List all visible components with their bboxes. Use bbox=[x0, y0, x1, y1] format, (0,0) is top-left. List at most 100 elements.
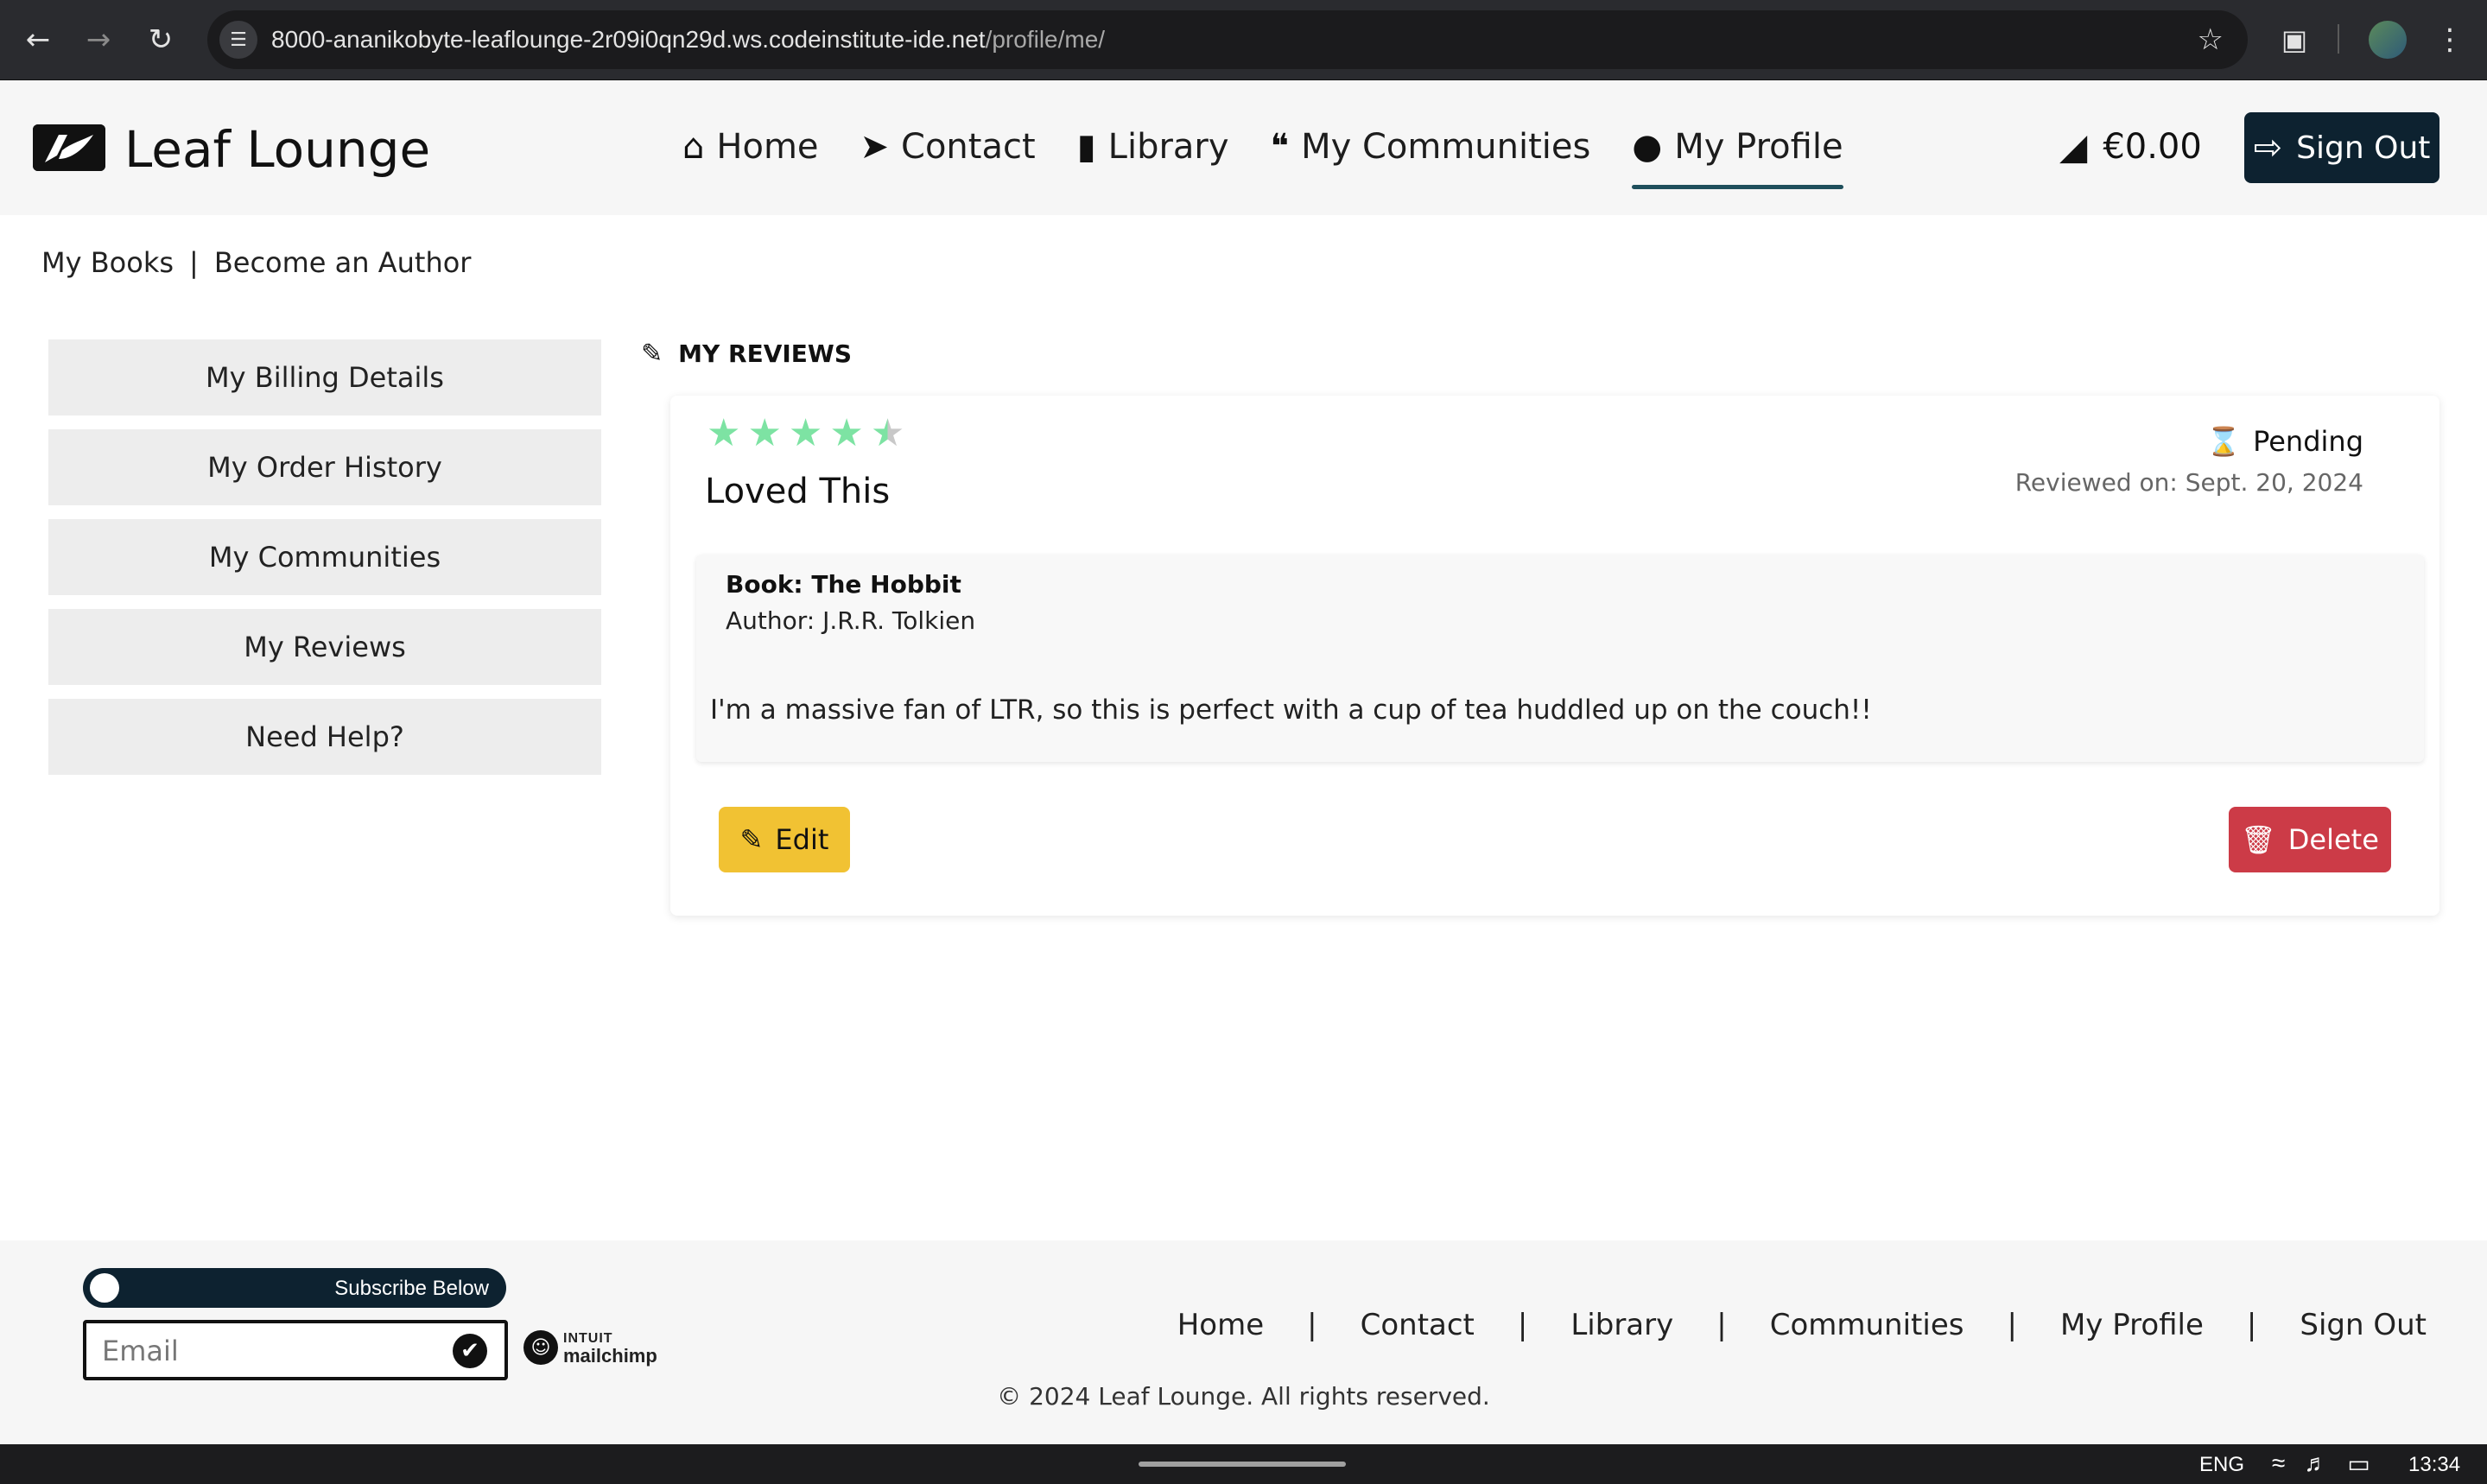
bookmark-star-icon[interactable]: ☆ bbox=[2198, 22, 2224, 57]
system-tray[interactable]: ≈ ♬ ▭ bbox=[2272, 1449, 2370, 1478]
status-badge: ⌛ Pending bbox=[2206, 425, 2363, 458]
sidebar-item-communities[interactable]: My Communities bbox=[48, 519, 601, 595]
footer-separator: | bbox=[1517, 1308, 1528, 1342]
footer-separator: | bbox=[2007, 1308, 2017, 1342]
become-author-link[interactable]: Become an Author bbox=[214, 246, 472, 279]
footer-separator: | bbox=[2246, 1308, 2257, 1342]
wifi-icon[interactable]: ≈ bbox=[2272, 1449, 2285, 1478]
url-text[interactable]: 8000-ananikobyte-leaflounge-2r09i0qn29d.… bbox=[271, 26, 1105, 54]
footer-separator: | bbox=[1716, 1308, 1727, 1342]
site-name[interactable]: Leaf Lounge bbox=[124, 120, 430, 179]
address-bar[interactable]: ☰ 8000-ananikobyte-leaflounge-2r09i0qn29… bbox=[207, 10, 2248, 69]
subscribe-toggle[interactable]: Subscribe Below bbox=[83, 1268, 506, 1308]
star-icon: ★ bbox=[707, 411, 741, 455]
star-icon: ★ bbox=[788, 411, 823, 455]
email-input[interactable] bbox=[102, 1332, 430, 1370]
newsletter-form: ✔ bbox=[83, 1320, 508, 1380]
subscribe-label: Subscribe Below bbox=[334, 1277, 489, 1300]
home-icon: ⌂ bbox=[682, 127, 705, 167]
delete-button[interactable]: 🗑 Delete bbox=[2229, 807, 2391, 872]
review-text: I'm a massive fan of LTR, so this is per… bbox=[710, 694, 1872, 726]
sign-out-icon: ⇨ bbox=[2253, 128, 2283, 168]
home-indicator[interactable] bbox=[1139, 1462, 1346, 1467]
footer-nav: Home | Contact | Library | Communities |… bbox=[1177, 1308, 2427, 1342]
footer-link-home[interactable]: Home bbox=[1177, 1308, 1264, 1342]
nav-my-communities[interactable]: ❝ My Communities bbox=[1271, 117, 1591, 177]
sidebar-item-reviews[interactable]: My Reviews bbox=[48, 609, 601, 685]
subnav-separator: | bbox=[189, 246, 199, 279]
trash-icon: 🗑 bbox=[2241, 823, 2276, 856]
star-icon: ★ bbox=[829, 411, 864, 455]
basket-icon: ◢ bbox=[2059, 125, 2088, 168]
book-author: Author: J.R.R. Tolkien bbox=[726, 606, 976, 635]
footer-link-sign-out[interactable]: Sign Out bbox=[2300, 1308, 2427, 1342]
book-icon: ▮ bbox=[1076, 127, 1096, 167]
profile-avatar[interactable] bbox=[2369, 21, 2407, 59]
nav-contact-label: Contact bbox=[901, 127, 1036, 167]
sidebar-item-order-history[interactable]: My Order History bbox=[48, 429, 601, 505]
nav-library[interactable]: ▮ Library bbox=[1077, 117, 1229, 177]
nav-home[interactable]: ⌂ Home bbox=[682, 117, 819, 177]
half-star-icon: ★ bbox=[870, 411, 905, 455]
hourglass-icon: ⌛ bbox=[2206, 425, 2242, 458]
volume-icon[interactable]: ♬ bbox=[2304, 1449, 2328, 1478]
sidebar-item-billing-details[interactable]: My Billing Details bbox=[48, 339, 601, 415]
copyright-text: © 2024 Leaf Lounge. All rights reserved. bbox=[997, 1382, 1490, 1411]
status-label: Pending bbox=[2253, 425, 2363, 458]
nav-home-label: Home bbox=[716, 127, 819, 167]
cart-link[interactable]: ◢ €0.00 bbox=[2059, 125, 2202, 168]
forward-arrow-icon[interactable]: → bbox=[79, 21, 117, 59]
toolbar-divider bbox=[2338, 24, 2339, 54]
reload-icon[interactable]: ↻ bbox=[142, 21, 180, 59]
footer-link-communities[interactable]: Communities bbox=[1770, 1308, 1964, 1342]
review-card: ★ ★ ★ ★ ★ Loved This ⌛ Pending Reviewed … bbox=[670, 396, 2439, 916]
user-icon: ● bbox=[1632, 127, 1663, 167]
site-header: Leaf Lounge ⌂ Home ➤ Contact ▮ Library ❝… bbox=[0, 80, 2487, 215]
main-nav: ⌂ Home ➤ Contact ▮ Library ❝ My Communit… bbox=[682, 117, 1885, 189]
star-rating: ★ ★ ★ ★ ★ bbox=[707, 411, 904, 455]
delete-label: Delete bbox=[2287, 823, 2379, 856]
my-books-link[interactable]: My Books bbox=[41, 246, 174, 279]
leaf-logo-icon bbox=[33, 124, 105, 171]
sidebar-item-need-help[interactable]: Need Help? bbox=[48, 699, 601, 775]
review-body: Book: The Hobbit Author: J.R.R. Tolkien … bbox=[696, 555, 2424, 762]
profile-subnav: My Books | Become an Author bbox=[41, 246, 471, 279]
nav-contact[interactable]: ➤ Contact bbox=[860, 117, 1036, 177]
os-taskbar: ENG ≈ ♬ ▭ 13:34 bbox=[0, 1444, 2487, 1484]
star-icon: ★ bbox=[747, 411, 782, 455]
toggle-knob[interactable] bbox=[90, 1273, 119, 1303]
nav-my-communities-label: My Communities bbox=[1301, 127, 1591, 167]
extensions-icon[interactable]: ▣ bbox=[2275, 19, 2313, 60]
profile-sidebar: My Billing Details My Order History My C… bbox=[48, 339, 601, 789]
footer-link-library[interactable]: Library bbox=[1570, 1308, 1673, 1342]
mailchimp-bottom: mailchimp bbox=[563, 1345, 657, 1367]
submit-check-icon[interactable]: ✔ bbox=[453, 1334, 487, 1368]
footer-link-contact[interactable]: Contact bbox=[1361, 1308, 1475, 1342]
clock[interactable]: 13:34 bbox=[2408, 1453, 2460, 1477]
browser-toolbar: ← → ↻ ☰ 8000-ananikobyte-leaflounge-2r09… bbox=[0, 0, 2487, 80]
logo-icon[interactable] bbox=[33, 124, 105, 171]
reviews-heading: ✎ MY REVIEWS bbox=[641, 339, 852, 369]
paper-plane-icon: ➤ bbox=[860, 127, 890, 167]
review-title: Loved This bbox=[705, 472, 891, 511]
edit-label: Edit bbox=[775, 823, 829, 856]
back-arrow-icon[interactable]: ← bbox=[19, 21, 57, 59]
book-title: Book: The Hobbit bbox=[726, 570, 961, 599]
sign-out-button[interactable]: ⇨ Sign Out bbox=[2244, 112, 2439, 183]
comments-icon: ❝ bbox=[1270, 127, 1290, 167]
nav-my-profile[interactable]: ● My Profile bbox=[1632, 117, 1843, 189]
nav-library-label: Library bbox=[1107, 127, 1229, 167]
footer-link-my-profile[interactable]: My Profile bbox=[2060, 1308, 2204, 1342]
nav-my-profile-label: My Profile bbox=[1674, 127, 1843, 167]
site-info-icon[interactable]: ☰ bbox=[219, 21, 257, 59]
language-indicator[interactable]: ENG bbox=[2199, 1453, 2244, 1477]
review-date: Reviewed on: Sept. 20, 2024 bbox=[2014, 468, 2363, 497]
edit-button[interactable]: ✎ Edit bbox=[719, 807, 850, 872]
site-footer: Subscribe Below ✔ ☺ INTUIT mailchimp Hom… bbox=[0, 1240, 2487, 1444]
mailchimp-logo-icon: ☺ bbox=[523, 1330, 558, 1365]
kebab-menu-icon[interactable]: ⋮ bbox=[2434, 19, 2465, 60]
sign-out-label: Sign Out bbox=[2296, 130, 2431, 166]
cart-total: €0.00 bbox=[2103, 126, 2202, 167]
mailchimp-badge[interactable]: ☺ INTUIT mailchimp bbox=[523, 1330, 657, 1367]
battery-icon[interactable]: ▭ bbox=[2347, 1449, 2370, 1478]
